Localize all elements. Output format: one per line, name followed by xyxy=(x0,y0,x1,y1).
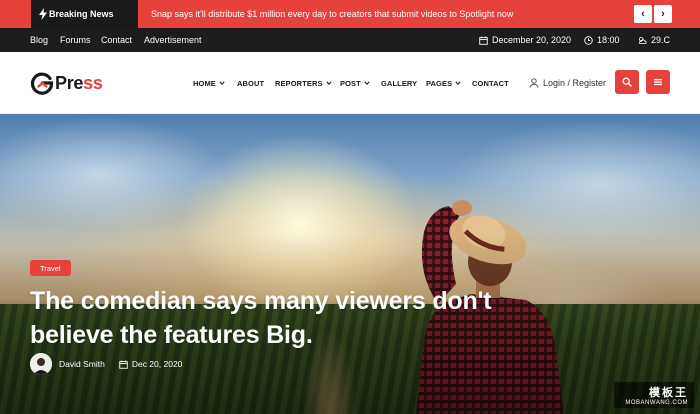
search-button[interactable] xyxy=(615,70,639,94)
top-link-advertisement[interactable]: Advertisement xyxy=(144,28,202,52)
prev-news-button[interactable]: ‹ xyxy=(634,5,652,23)
top-bar: Blog Forums Contact Advertisement Decemb… xyxy=(0,28,700,52)
calendar-icon xyxy=(119,359,128,369)
clock-icon xyxy=(584,35,593,45)
top-link-forums[interactable]: Forums xyxy=(60,28,91,52)
menu-item-pages[interactable]: PAGES xyxy=(426,52,461,114)
breaking-news-label-text: Breaking News xyxy=(49,9,114,19)
menu-item-label: CONTACT xyxy=(472,78,509,88)
main-header: Press HOME ABOUT REPORTERS POST GALLERY … xyxy=(0,52,700,114)
article-byline: David Smith Dec 20, 2020 xyxy=(30,353,182,375)
logo-g-icon xyxy=(30,72,54,95)
logo-text-accent: ss xyxy=(83,72,103,93)
breaking-news-headline[interactable]: Snap says it'll distribute $1 million ev… xyxy=(151,0,513,28)
menu-item-reporters[interactable]: REPORTERS xyxy=(275,52,332,114)
time-display: 18:00 xyxy=(584,28,620,52)
article-date-text: Dec 20, 2020 xyxy=(131,359,183,369)
logo-text-main: Pre xyxy=(55,72,84,93)
breaking-news-label: Breaking News xyxy=(31,0,138,28)
calendar-icon xyxy=(479,35,488,45)
next-news-button[interactable]: › xyxy=(654,5,672,23)
watermark-logo: 模板王 MOBANWANG.COM xyxy=(614,382,694,408)
search-icon xyxy=(622,77,632,87)
site-logo[interactable]: Press xyxy=(30,69,103,97)
author-name[interactable]: David Smith xyxy=(59,359,105,369)
weather-text: 29.C xyxy=(651,35,671,45)
chevron-down-icon xyxy=(455,81,461,86)
author-avatar[interactable] xyxy=(30,353,52,375)
date-text: December 20, 2020 xyxy=(492,35,572,45)
hero-banner[interactable]: Travel The comedian says many viewers do… xyxy=(0,114,700,414)
menu-item-label: ABOUT xyxy=(237,78,265,88)
hero-headline[interactable]: The comedian says many viewers don't bel… xyxy=(30,284,530,352)
login-register-text: Login / Register xyxy=(543,78,607,88)
breaking-news-bar: Breaking News Snap says it'll distribute… xyxy=(0,0,700,28)
watermark-top-text: 模板王 xyxy=(649,387,688,399)
category-tag[interactable]: Travel xyxy=(30,260,71,276)
user-icon xyxy=(529,78,539,88)
chevron-down-icon xyxy=(364,81,370,86)
watermark-bottom-text: MOBANWANG.COM xyxy=(625,400,688,406)
menu-item-gallery[interactable]: GALLERY xyxy=(381,52,417,114)
date-display: December 20, 2020 xyxy=(479,28,571,52)
time-text: 18:00 xyxy=(597,35,620,45)
top-link-blog[interactable]: Blog xyxy=(30,28,48,52)
weather-display: 29.C xyxy=(638,28,670,52)
menu-item-label: POST xyxy=(340,78,361,88)
login-register-link[interactable]: Login / Register xyxy=(529,52,606,114)
hamburger-icon xyxy=(654,79,662,86)
logo-text: Press xyxy=(55,73,103,94)
chevron-down-icon xyxy=(325,81,332,86)
menu-item-label: PAGES xyxy=(426,78,453,88)
menu-item-about[interactable]: ABOUT xyxy=(237,52,264,114)
top-link-contact[interactable]: Contact xyxy=(101,28,132,52)
menu-item-post[interactable]: POST xyxy=(340,52,370,114)
menu-toggle-button[interactable] xyxy=(646,70,670,94)
chevron-down-icon xyxy=(219,81,225,86)
lightning-icon xyxy=(39,8,47,20)
author-portrait-icon xyxy=(30,353,52,375)
menu-item-contact[interactable]: CONTACT xyxy=(472,52,509,114)
article-date: Dec 20, 2020 xyxy=(119,359,183,369)
menu-item-label: GALLERY xyxy=(381,78,418,88)
menu-item-label: HOME xyxy=(193,78,216,88)
weather-cloud-icon xyxy=(638,36,647,44)
menu-item-home[interactable]: HOME xyxy=(193,52,225,114)
menu-item-label: REPORTERS xyxy=(275,78,323,88)
